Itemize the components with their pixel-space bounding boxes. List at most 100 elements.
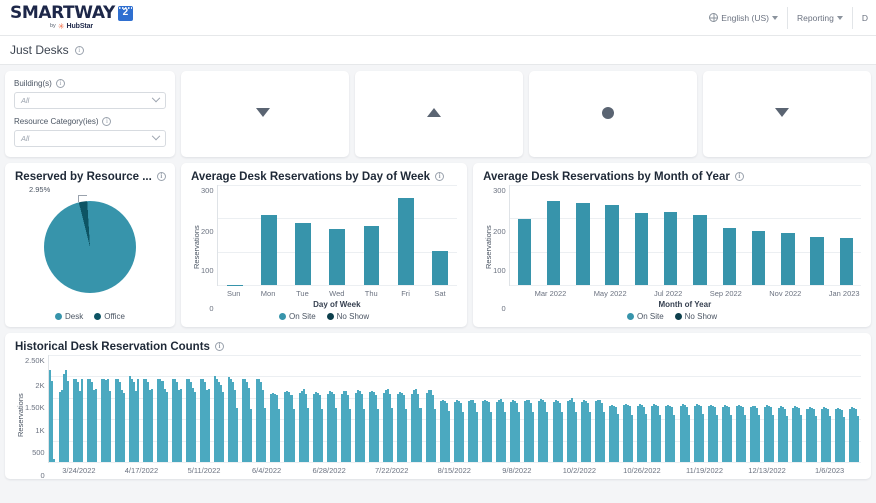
bar[interactable] — [605, 205, 618, 285]
bar[interactable] — [575, 412, 577, 463]
bar[interactable] — [462, 412, 464, 462]
brand-logo[interactable]: SMARTWAY 2 by ✳ HubStar — [10, 5, 133, 31]
bar-slot[interactable] — [423, 185, 457, 285]
bar[interactable] — [603, 412, 605, 463]
bar[interactable] — [95, 389, 97, 462]
legend-item[interactable]: On Site — [279, 312, 316, 321]
info-icon[interactable] — [215, 342, 224, 351]
bar[interactable] — [829, 416, 831, 462]
bar[interactable] — [772, 415, 774, 462]
bar[interactable] — [123, 393, 125, 462]
bar[interactable] — [349, 409, 351, 462]
bar[interactable] — [561, 412, 563, 462]
bar[interactable] — [702, 414, 704, 462]
building-filter-select[interactable]: All — [14, 92, 166, 109]
bar-slot[interactable] — [539, 185, 568, 285]
bar[interactable] — [664, 212, 677, 285]
bar[interactable] — [476, 412, 478, 463]
bar-slot[interactable] — [218, 185, 252, 285]
info-icon[interactable] — [735, 172, 744, 181]
bar-slot[interactable] — [715, 185, 744, 285]
bar[interactable] — [335, 408, 337, 462]
legend-item[interactable]: No Show — [675, 312, 717, 321]
bar[interactable] — [109, 391, 111, 462]
bar-slot[interactable] — [389, 185, 423, 285]
legend-item[interactable]: Office — [94, 312, 125, 321]
bar[interactable] — [250, 409, 252, 462]
bar[interactable] — [693, 215, 706, 285]
bar[interactable] — [321, 409, 323, 462]
bar-slot[interactable] — [802, 185, 831, 285]
bar[interactable] — [635, 213, 648, 285]
bar[interactable] — [151, 389, 153, 462]
bar[interactable] — [752, 231, 765, 285]
reporting-menu[interactable]: Reporting — [788, 7, 853, 29]
bar[interactable] — [222, 392, 224, 462]
bar[interactable] — [730, 415, 732, 462]
bar[interactable] — [329, 229, 345, 285]
bar[interactable] — [434, 409, 436, 462]
bar[interactable] — [840, 238, 853, 285]
bar[interactable] — [293, 409, 295, 462]
info-icon[interactable] — [435, 172, 444, 181]
bar[interactable] — [716, 415, 718, 463]
bar[interactable] — [504, 412, 506, 462]
bar[interactable] — [589, 412, 591, 462]
bar-slot[interactable] — [685, 185, 714, 285]
bar[interactable] — [432, 251, 448, 285]
bar-slot[interactable] — [597, 185, 626, 285]
info-icon[interactable] — [102, 117, 111, 126]
bar[interactable] — [631, 415, 633, 463]
bar[interactable] — [166, 392, 168, 462]
bar[interactable] — [363, 409, 365, 463]
bar[interactable] — [547, 201, 560, 285]
bar[interactable] — [67, 381, 69, 462]
bar-slot[interactable] — [568, 185, 597, 285]
bar[interactable] — [51, 381, 53, 462]
bar[interactable] — [278, 409, 280, 463]
bar[interactable] — [137, 379, 139, 462]
bar[interactable] — [744, 415, 746, 463]
bar[interactable] — [264, 408, 266, 462]
bar[interactable] — [364, 226, 380, 285]
info-icon[interactable] — [157, 172, 166, 181]
bar[interactable] — [405, 409, 407, 462]
bar[interactable] — [546, 412, 548, 462]
bar-slot[interactable] — [627, 185, 656, 285]
bar[interactable] — [532, 412, 534, 463]
bar[interactable] — [857, 416, 859, 462]
bar[interactable] — [53, 459, 55, 462]
bar-slot[interactable] — [510, 185, 539, 285]
bar[interactable] — [490, 412, 492, 462]
legend-item[interactable]: On Site — [627, 312, 664, 321]
bar[interactable] — [723, 228, 736, 285]
pie-slices[interactable] — [44, 201, 136, 293]
bar[interactable] — [645, 414, 647, 462]
bar[interactable] — [180, 389, 182, 462]
bar[interactable] — [208, 389, 210, 462]
overflow-menu-item[interactable]: D — [853, 7, 872, 29]
bar[interactable] — [518, 219, 531, 285]
resource-category-filter-select[interactable]: All — [14, 130, 166, 147]
bar-slot[interactable] — [320, 185, 354, 285]
bar[interactable] — [617, 414, 619, 462]
bar[interactable] — [419, 408, 421, 462]
bar[interactable] — [576, 203, 589, 285]
legend-item[interactable]: No Show — [327, 312, 369, 321]
bar[interactable] — [398, 198, 414, 285]
bar[interactable] — [261, 215, 277, 285]
bar[interactable] — [800, 415, 802, 462]
legend-item[interactable]: Desk — [55, 312, 83, 321]
bar-slot[interactable] — [656, 185, 685, 285]
bar[interactable] — [843, 417, 845, 462]
bar[interactable] — [781, 233, 794, 285]
bar[interactable] — [448, 411, 450, 462]
bar[interactable] — [377, 409, 379, 462]
bar[interactable] — [810, 237, 823, 285]
bar[interactable] — [295, 223, 311, 285]
bar[interactable] — [688, 415, 690, 462]
bar[interactable] — [518, 412, 520, 462]
bar[interactable] — [194, 392, 196, 462]
bar-slot[interactable] — [832, 185, 861, 285]
bar[interactable] — [307, 408, 309, 462]
